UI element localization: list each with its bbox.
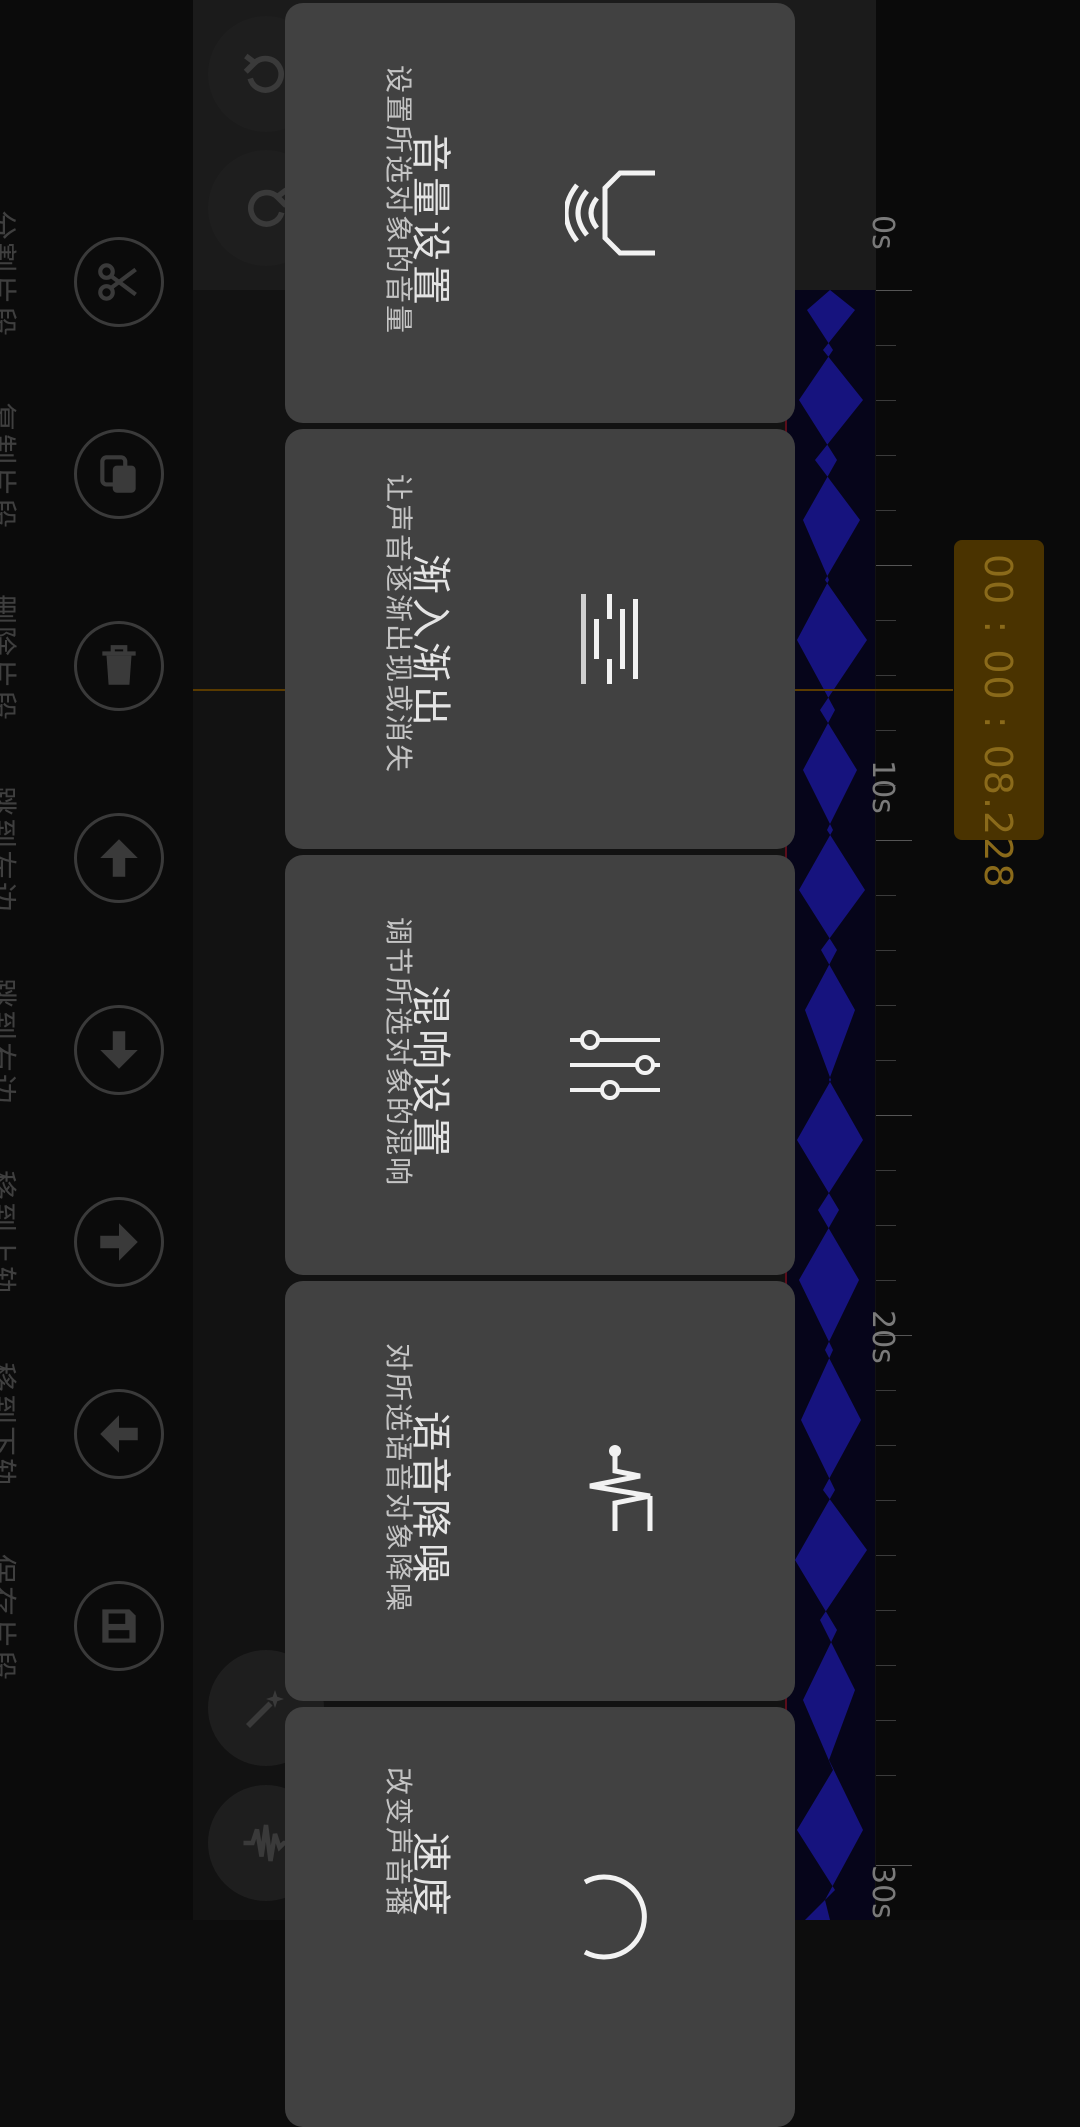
- voice-denoise-desc: 对所选语音对象降噪: [382, 1343, 415, 1614]
- ruler-tick: [876, 895, 896, 896]
- reverb-settings-card[interactable]: 混响设置 调节所选对象的混响: [285, 855, 795, 1275]
- split-clip-tool[interactable]: 分割片段: [0, 192, 193, 384]
- ruler-tick: [876, 1720, 896, 1721]
- noise-reduction-icon: [589, 1445, 653, 1531]
- delete-clip-tool[interactable]: 删除片段: [0, 576, 193, 768]
- current-time-badge: 00 : 00 : 08.228: [954, 540, 1044, 890]
- trash-icon: [102, 645, 136, 685]
- arrow-down-icon: [100, 1031, 138, 1069]
- split-clip-button[interactable]: [74, 237, 164, 327]
- voice-denoise-card[interactable]: 语音降噪 对所选语音对象降噪: [285, 1281, 795, 1701]
- ruler-label-0s: 0s: [865, 215, 900, 250]
- jump-right-button[interactable]: [74, 1005, 164, 1095]
- ruler-tick: [876, 290, 912, 291]
- copy-icon: [100, 455, 136, 493]
- move-down-track-button[interactable]: [74, 1389, 164, 1479]
- fade-in-out-card[interactable]: 渐入渐出 让声音逐渐出现或消失: [285, 429, 795, 849]
- ruler-tick: [876, 565, 912, 566]
- arrow-right-icon: [100, 1223, 138, 1261]
- copy-clip-label: 复制片段: [0, 402, 18, 530]
- waveform[interactable]: [785, 290, 875, 1920]
- volume-settings-desc: 设置所选对象的音量: [382, 65, 415, 336]
- ruler-tick: [876, 1610, 896, 1611]
- ruler-tick: [876, 1390, 896, 1391]
- volume-settings-card[interactable]: 音量设置 设置所选对象的音量: [285, 3, 795, 423]
- arrow-left-icon: [100, 1415, 138, 1453]
- jump-left-button[interactable]: [74, 813, 164, 903]
- ruler-tick: [876, 345, 896, 346]
- move-up-track-label: 移到上轨: [0, 1170, 18, 1298]
- copy-clip-tool[interactable]: 复制片段: [0, 384, 193, 576]
- ruler-tick: [876, 1500, 896, 1501]
- jump-right-tool[interactable]: 跳到右边: [0, 960, 193, 1152]
- ruler-label-10s: 10s: [865, 760, 900, 814]
- current-time-text: 00 : 00 : 08.228: [976, 554, 1020, 890]
- ruler-tick: [876, 1665, 896, 1666]
- ruler-label-20s: 20s: [865, 1310, 900, 1364]
- fade-in-out-desc: 让声音逐渐出现或消失: [382, 474, 415, 775]
- move-up-track-tool[interactable]: 移到上轨: [0, 1152, 193, 1344]
- jump-right-label: 跳到右边: [0, 978, 18, 1106]
- split-clip-label: 分割片段: [0, 210, 18, 338]
- ruler-tick: [876, 950, 896, 951]
- ruler-tick: [876, 1060, 896, 1061]
- ruler-tick: [876, 1005, 896, 1006]
- ruler-tick: [876, 840, 912, 841]
- ruler-tick: [876, 1170, 896, 1171]
- ruler-tick: [876, 455, 896, 456]
- speedometer-icon: [583, 1874, 647, 1960]
- arrow-up-icon: [100, 839, 138, 877]
- jump-left-tool[interactable]: 跳到左边: [0, 768, 193, 960]
- ruler-tick: [876, 620, 896, 621]
- jump-left-label: 跳到左边: [0, 786, 18, 914]
- save-clip-tool[interactable]: 保存片段: [0, 1536, 193, 1728]
- fade-icon: [581, 594, 638, 684]
- sliders-icon: [570, 1030, 660, 1100]
- save-clip-label: 保存片段: [0, 1554, 18, 1682]
- ruler-tick: [876, 400, 896, 401]
- delete-clip-label: 删除片段: [0, 594, 18, 722]
- move-down-track-label: 移到下轨: [0, 1362, 18, 1490]
- ruler-tick: [876, 1775, 896, 1776]
- scissors-icon: [98, 263, 137, 301]
- ruler-tick: [876, 1280, 896, 1281]
- ruler-tick: [876, 1225, 896, 1226]
- ruler-tick: [876, 730, 896, 731]
- copy-clip-button[interactable]: [74, 429, 164, 519]
- ruler-tick: [876, 1445, 896, 1446]
- move-up-track-button[interactable]: [74, 1197, 164, 1287]
- speed-card[interactable]: 速度 改变声音播: [285, 1707, 795, 2127]
- save-clip-button[interactable]: [74, 1581, 164, 1671]
- time-ruler: [876, 0, 1080, 1920]
- ruler-tick: [876, 1115, 912, 1116]
- speed-desc: 改变声音播: [382, 1767, 415, 1918]
- delete-clip-button[interactable]: [74, 621, 164, 711]
- speaker-icon: [565, 170, 655, 256]
- ruler-tick: [876, 675, 896, 676]
- save-icon: [102, 1609, 136, 1643]
- move-down-track-tool[interactable]: 移到下轨: [0, 1344, 193, 1536]
- reverb-settings-desc: 调节所选对象的混响: [382, 917, 415, 1188]
- ruler-tick: [876, 1555, 896, 1556]
- ruler-label-30s: 30s: [865, 1865, 900, 1919]
- ruler-tick: [876, 510, 896, 511]
